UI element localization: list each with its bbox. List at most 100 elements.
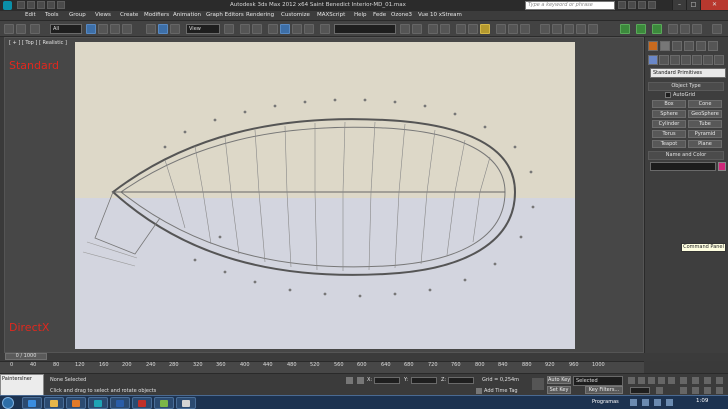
maximize-button[interactable]: □ [686,0,700,10]
vue-xstream-icon[interactable] [636,24,646,34]
cylinder-button[interactable]: Cylinder [652,120,686,128]
hierarchy-tab-icon[interactable] [684,41,694,51]
box-button[interactable]: Box [652,100,686,108]
menu-graph-editors[interactable]: Graph Editors [206,12,244,18]
close-button[interactable]: ✕ [700,0,728,10]
key-icon[interactable] [532,378,544,390]
maximize-viewport-icon[interactable] [716,387,723,394]
snap-toggle-icon[interactable] [268,24,278,34]
plugin-tool-2-icon[interactable] [552,24,562,34]
key-mode-dropdown[interactable]: Selected [573,376,623,386]
geometry-icon[interactable] [648,55,658,65]
percent-snap-icon[interactable] [292,24,302,34]
next-frame-icon[interactable] [658,377,665,384]
curve-editor-icon[interactable] [456,24,466,34]
rendered-frame-window-icon[interactable] [508,24,518,34]
window-crossing-icon[interactable] [122,24,132,34]
search-icon[interactable] [618,1,626,9]
set-key-button[interactable]: Set Key [547,386,571,394]
menu-ozone3[interactable]: Ozone3 [391,12,412,18]
programas-toolbar[interactable]: Programas [592,399,619,405]
menu-animation[interactable]: Animation [173,12,201,18]
named-selection-sets-dropdown[interactable] [334,24,396,34]
redo-icon[interactable] [16,24,26,34]
search-input[interactable]: Type a keyword or phrase [525,1,615,10]
cameras-icon[interactable] [681,55,691,65]
favorites-icon[interactable] [638,1,646,9]
zoom-icon[interactable] [680,377,687,384]
time-configuration-icon[interactable] [656,387,663,394]
pyramid-button[interactable]: Pyramid [688,130,722,138]
link-icon[interactable] [30,24,40,34]
extra-tool-2-icon[interactable] [680,24,690,34]
lock-selection-icon[interactable] [346,377,353,384]
create-tab-icon[interactable] [660,41,670,51]
taskbar-app-2-icon[interactable] [176,397,196,409]
torus-button[interactable]: Torus [652,130,686,138]
named-selection-icon[interactable] [320,24,330,34]
new-file-icon[interactable] [17,1,25,9]
zoom-extents-all-icon[interactable] [716,377,723,384]
autogrid-checkbox[interactable] [665,92,671,98]
keyboard-shortcut-icon[interactable] [252,24,262,34]
material-editor-icon[interactable] [480,24,490,34]
schematic-view-icon[interactable] [468,24,478,34]
time-slider[interactable]: 0 / 1000 [0,353,728,361]
subscription-icon[interactable] [628,1,636,9]
layer-manager-icon[interactable] [428,24,438,34]
name-color-rollout-header[interactable]: Name and Color [648,151,724,160]
menu-maxscript[interactable]: MAXScript [317,12,345,18]
render-setup-icon[interactable] [496,24,506,34]
taskbar-ie-icon[interactable] [22,397,42,409]
move-icon[interactable] [146,24,156,34]
display-tab-icon[interactable] [708,41,718,51]
plugin-tool-4-icon[interactable] [576,24,586,34]
menu-edit[interactable]: Edit [25,12,36,18]
menu-create[interactable]: Create [120,12,138,18]
menu-vue-xstream[interactable]: Vue 10 xStream [418,12,462,18]
orbit-icon[interactable] [704,387,711,394]
viewport-label[interactable]: [ + ] [ Top ] [ Realistic ] [9,40,67,46]
select-manipulate-icon[interactable] [240,24,250,34]
maxscript-listener[interactable]: PaintersIner [0,374,44,396]
space-warps-icon[interactable] [703,55,713,65]
menu-views[interactable]: Views [95,12,111,18]
menu-group[interactable]: Group [69,12,86,18]
tube-button[interactable]: Tube [688,120,722,128]
region-select-icon[interactable] [110,24,120,34]
taskbar-media-icon[interactable] [66,397,86,409]
x-coordinate-field[interactable] [374,377,400,384]
zoom-extents-icon[interactable] [704,377,711,384]
align-icon[interactable] [412,24,422,34]
pan-icon[interactable] [692,387,699,394]
tray-network-icon[interactable] [630,399,637,406]
cone-button[interactable]: Cone [688,100,722,108]
help-icon[interactable] [648,1,656,9]
object-name-field[interactable] [650,162,716,171]
field-of-view-icon[interactable] [680,387,687,394]
add-time-tag[interactable]: Add Time Tag [484,388,518,394]
track-bar[interactable]: 0 40 80 120 160 200 240 280 320 360 400 … [0,361,644,373]
start-button[interactable] [2,397,14,409]
taskbar-clock[interactable]: 1:09 [696,398,708,404]
plane-button[interactable]: Plane [688,140,722,148]
menu-fede[interactable]: Fede [373,12,386,18]
z-coordinate-field[interactable] [448,377,474,384]
menu-rendering[interactable]: Rendering [246,12,274,18]
redo-icon[interactable] [57,1,65,9]
reference-coordinate-dropdown[interactable]: View [186,24,220,34]
taskbar-3dsmax-icon[interactable] [88,397,108,409]
menu-modifiers[interactable]: Modifiers [144,12,169,18]
systems-icon[interactable] [714,55,724,65]
category-dropdown[interactable]: Standard Primitives [650,68,726,78]
time-tag-icon[interactable] [476,388,482,394]
helpers-icon[interactable] [692,55,702,65]
key-filters-button[interactable]: Key Filters... [585,386,623,394]
spinner-snap-icon[interactable] [304,24,314,34]
mirror-icon[interactable] [400,24,410,34]
extra-tool-icon[interactable] [668,24,678,34]
render-production-icon[interactable] [520,24,530,34]
motion-tab-icon[interactable] [696,41,706,51]
app-logo-icon[interactable] [3,1,12,10]
tray-flag-icon[interactable] [654,399,661,406]
